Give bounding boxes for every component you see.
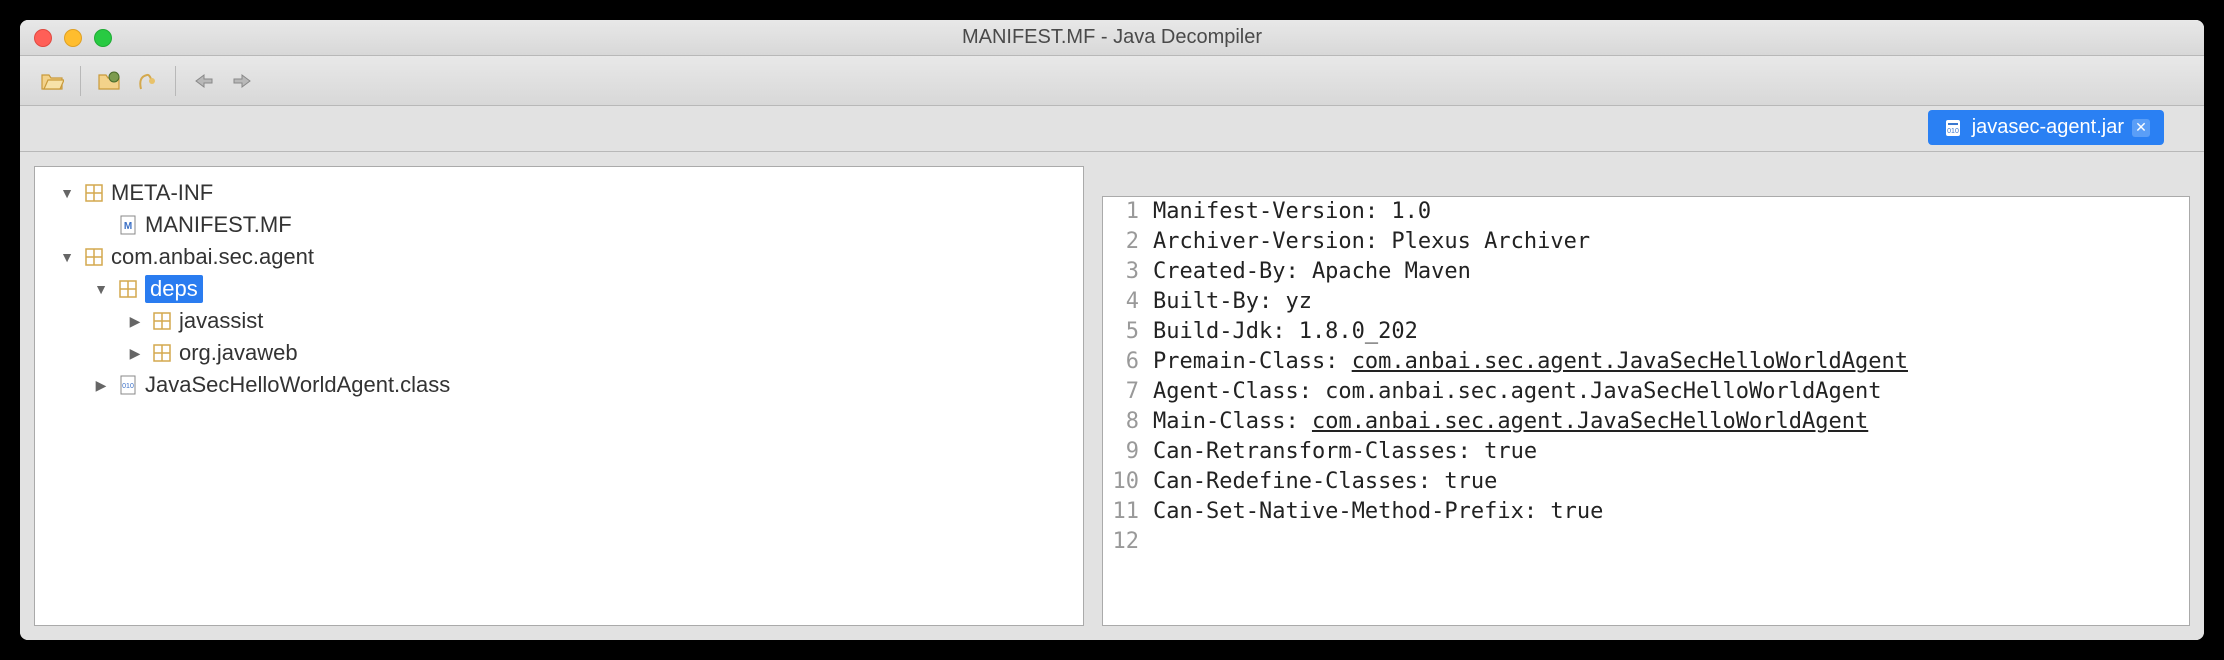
collapse-arrow-icon[interactable]: ▶ (91, 377, 111, 394)
code-line: 5Build-Jdk: 1.8.0_202 (1103, 317, 2189, 347)
expand-arrow-icon[interactable]: ▼ (57, 185, 77, 201)
app-window: MANIFEST.MF - Java Decompiler 010 javase… (20, 20, 2204, 640)
forward-icon[interactable] (228, 67, 256, 95)
traffic-lights (34, 29, 112, 47)
tree-node-javassist[interactable]: ▶ javassist (49, 305, 1069, 337)
code-line: 2Archiver-Version: Plexus Archiver (1103, 227, 2189, 257)
tree-label: JavaSecHelloWorldAgent.class (145, 372, 450, 398)
code-text: Manifest-Version: 1.0 (1153, 197, 1431, 227)
code-line: 11Can-Set-Native-Method-Prefix: true (1103, 497, 2189, 527)
tab-javasec-agent[interactable]: 010 javasec-agent.jar ✕ (1928, 110, 2164, 145)
toolbar-separator (175, 66, 176, 96)
svg-text:M: M (124, 221, 132, 232)
svg-text:010: 010 (122, 383, 134, 390)
class-link[interactable]: com.anbai.sec.agent.JavaSecHelloWorldAge… (1352, 349, 1908, 374)
close-window-button[interactable] (34, 29, 52, 47)
code-line: 9Can-Retransform-Classes: true (1103, 437, 2189, 467)
package-icon (83, 182, 105, 204)
tree-label: javassist (179, 308, 263, 334)
code-text: Created-By: Apache Maven (1153, 257, 1471, 287)
code-line: 12 (1103, 527, 2189, 557)
open-type-icon[interactable] (95, 67, 123, 95)
code-line: 8Main-Class: com.anbai.sec.agent.JavaSec… (1103, 407, 2189, 437)
package-icon (83, 246, 105, 268)
tree-node-deps[interactable]: ▼ deps (49, 273, 1069, 305)
tree-label: META-INF (111, 180, 213, 206)
line-number: 4 (1103, 287, 1153, 317)
class-link[interactable]: com.anbai.sec.agent.JavaSecHelloWorldAge… (1312, 409, 1868, 434)
code-panel[interactable]: 1Manifest-Version: 1.0 2Archiver-Version… (1102, 196, 2190, 626)
code-line: 1Manifest-Version: 1.0 (1103, 197, 2189, 227)
window-title: MANIFEST.MF - Java Decompiler (962, 26, 1262, 49)
tree-label: MANIFEST.MF (145, 212, 292, 238)
line-number: 10 (1103, 467, 1153, 497)
tab-label: javasec-agent.jar (1972, 116, 2124, 139)
code-text: Premain-Class: com.anbai.sec.agent.JavaS… (1153, 347, 1908, 377)
line-number: 6 (1103, 347, 1153, 377)
line-number: 1 (1103, 197, 1153, 227)
package-icon (151, 310, 173, 332)
code-line: 6Premain-Class: com.anbai.sec.agent.Java… (1103, 347, 2189, 377)
class-file-icon: 010 (117, 374, 139, 396)
tab-close-icon[interactable]: ✕ (2132, 119, 2150, 137)
line-number: 7 (1103, 377, 1153, 407)
code-text: Built-By: yz (1153, 287, 1312, 317)
line-number: 12 (1103, 527, 1153, 557)
package-icon (117, 278, 139, 300)
code-text: Can-Retransform-Classes: true (1153, 437, 1537, 467)
jar-icon: 010 (1942, 117, 1964, 139)
line-number: 2 (1103, 227, 1153, 257)
code-line: 3Created-By: Apache Maven (1103, 257, 2189, 287)
content-area: ▼ META-INF M MANIFEST.MF ▼ com.anbai.sec… (20, 152, 2204, 640)
code-text: Agent-Class: com.anbai.sec.agent.JavaSec… (1153, 377, 1881, 407)
tree-panel[interactable]: ▼ META-INF M MANIFEST.MF ▼ com.anbai.sec… (34, 166, 1084, 626)
tree-node-agent-pkg[interactable]: ▼ com.anbai.sec.agent (49, 241, 1069, 273)
line-number: 9 (1103, 437, 1153, 467)
titlebar: MANIFEST.MF - Java Decompiler (20, 20, 2204, 56)
collapse-arrow-icon[interactable]: ▶ (125, 313, 145, 330)
toolbar (20, 56, 2204, 106)
open-file-icon[interactable] (38, 67, 66, 95)
line-number: 3 (1103, 257, 1153, 287)
code-text: Can-Set-Native-Method-Prefix: true (1153, 497, 1603, 527)
tree-node-javaweb[interactable]: ▶ org.javaweb (49, 337, 1069, 369)
code-text: Can-Redefine-Classes: true (1153, 467, 1497, 497)
collapse-arrow-icon[interactable]: ▶ (125, 345, 145, 362)
code-line: 7Agent-Class: com.anbai.sec.agent.JavaSe… (1103, 377, 2189, 407)
toolbar-separator (80, 66, 81, 96)
minimize-window-button[interactable] (64, 29, 82, 47)
expand-arrow-icon[interactable]: ▼ (57, 249, 77, 265)
tab-bar: 010 javasec-agent.jar ✕ (20, 106, 2204, 152)
package-icon (151, 342, 173, 364)
tree-label: org.javaweb (179, 340, 298, 366)
back-icon[interactable] (190, 67, 218, 95)
code-text: Build-Jdk: 1.8.0_202 (1153, 317, 1418, 347)
tree-node-meta-inf[interactable]: ▼ META-INF (49, 177, 1069, 209)
code-line: 10Can-Redefine-Classes: true (1103, 467, 2189, 497)
line-number: 11 (1103, 497, 1153, 527)
tree-node-agent-class[interactable]: ▶ 010 JavaSecHelloWorldAgent.class (49, 369, 1069, 401)
code-text: Archiver-Version: Plexus Archiver (1153, 227, 1590, 257)
expand-arrow-icon[interactable]: ▼ (91, 281, 111, 297)
tree-label: com.anbai.sec.agent (111, 244, 314, 270)
maximize-window-button[interactable] (94, 29, 112, 47)
manifest-file-icon: M (117, 214, 139, 236)
svg-text:010: 010 (1947, 128, 1959, 135)
code-line: 4Built-By: yz (1103, 287, 2189, 317)
tree-label-selected: deps (145, 275, 203, 303)
code-text: Main-Class: com.anbai.sec.agent.JavaSecH… (1153, 407, 1868, 437)
search-icon[interactable] (133, 67, 161, 95)
tree-node-manifest[interactable]: M MANIFEST.MF (49, 209, 1069, 241)
line-number: 5 (1103, 317, 1153, 347)
line-number: 8 (1103, 407, 1153, 437)
